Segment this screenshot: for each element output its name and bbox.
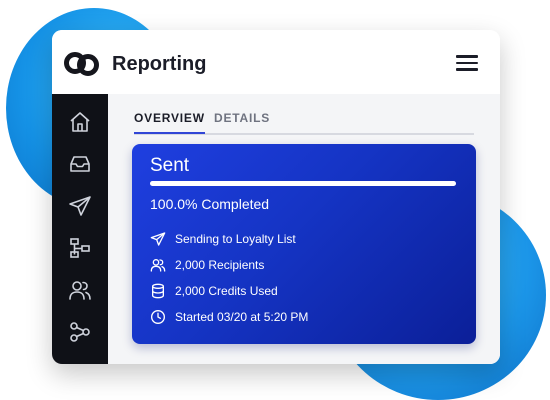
tab-overview[interactable]: OVERVIEW	[134, 111, 205, 134]
reporting-window: Reporting OVERVIEW DETAILS Sent 100.0% C…	[52, 30, 500, 364]
workflow-icon[interactable]	[66, 234, 94, 262]
hamburger-menu-icon[interactable]	[454, 52, 480, 74]
reporting-logo-icon	[64, 52, 99, 76]
completion-text: 100.0% Completed	[150, 196, 270, 212]
send-status-card: Sent 100.0% Completed Sending to Loyalty…	[132, 144, 476, 344]
info-row-credits: 2,000 Credits Used	[150, 282, 278, 300]
info-row-label: Sending to Loyalty List	[175, 232, 296, 246]
info-row-label: 2,000 Credits Used	[175, 284, 278, 298]
app-header: Reporting	[52, 30, 500, 94]
info-row-started: Started 03/20 at 5:20 PM	[150, 308, 308, 326]
clock-icon	[151, 310, 165, 324]
users-icon[interactable]	[66, 276, 94, 304]
info-row-recipients: 2,000 Recipients	[150, 256, 264, 274]
send-icon[interactable]	[66, 192, 94, 220]
share-icon[interactable]	[66, 318, 94, 346]
tab-details[interactable]: DETAILS	[214, 111, 270, 131]
app-title: Reporting	[112, 53, 207, 75]
progress-bar	[150, 181, 456, 186]
info-row-label: 2,000 Recipients	[175, 258, 265, 272]
info-row-label: Started 03/20 at 5:20 PM	[175, 310, 309, 324]
sidebar	[52, 94, 108, 364]
send-icon	[150, 232, 166, 246]
progress-fill	[150, 181, 456, 186]
status-title: Sent	[150, 155, 190, 176]
database-icon	[152, 283, 164, 299]
home-icon[interactable]	[66, 108, 94, 136]
inbox-icon[interactable]	[66, 150, 94, 178]
info-row-list: Sending to Loyalty List	[150, 230, 296, 248]
main-content: OVERVIEW DETAILS Sent 100.0% Completed S…	[108, 94, 500, 364]
tab-bar: OVERVIEW DETAILS	[134, 111, 474, 135]
users-icon	[150, 259, 166, 272]
